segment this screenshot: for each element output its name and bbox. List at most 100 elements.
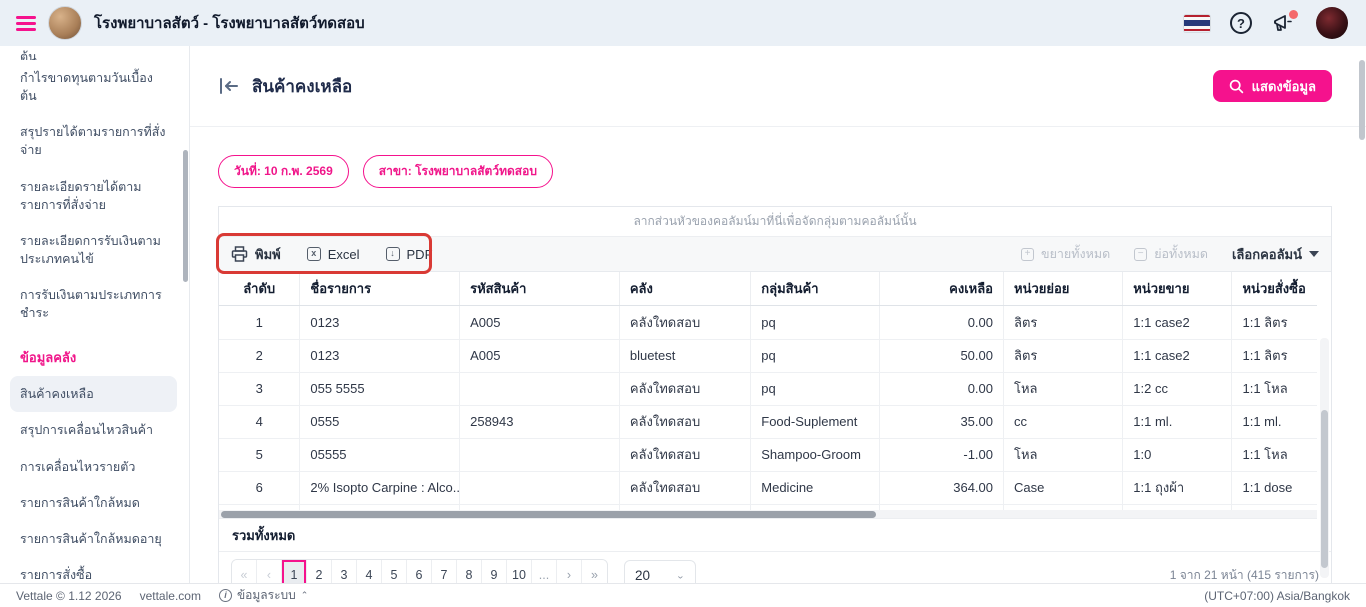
table-row[interactable]: 20123A005bluetestpq50.00ลิตร1:1 case21:1…	[219, 339, 1317, 372]
table-cell: 35.00	[879, 405, 1003, 438]
pager-page[interactable]: 3	[332, 560, 357, 583]
window-scrollbar[interactable]	[1358, 46, 1366, 583]
hamburger-menu-icon[interactable]	[16, 16, 36, 31]
table-cell: 1:1 ml.	[1232, 405, 1317, 438]
table-cell: 5	[219, 438, 300, 471]
table-cell: ลิตร	[1004, 306, 1123, 339]
column-header[interactable]: ลำดับ	[219, 272, 300, 306]
column-header[interactable]: กลุ่มสินค้า	[751, 272, 879, 306]
timezone-text: (UTC+07:00) Asia/Bangkok	[1204, 589, 1350, 603]
divider	[190, 126, 1366, 127]
grid-toolbar: พิมพ์ x Excel ↓ PDF + ขยายทั้งหมด	[219, 237, 1331, 272]
table-cell: โหล	[1004, 438, 1123, 471]
announcements-icon[interactable]	[1272, 12, 1296, 34]
collapse-all-button[interactable]: − ย่อทั้งหมด	[1134, 244, 1208, 264]
expand-all-button[interactable]: + ขยายทั้งหมด	[1021, 244, 1110, 264]
table-cell: 05555	[300, 438, 460, 471]
sidebar-item[interactable]: การเคลื่อนไหวรายตัว	[0, 449, 189, 485]
sidebar: ต้นกำไรขาดทุนตามวันเบื้องต้นสรุปรายได้ตา…	[0, 46, 190, 583]
sidebar-item[interactable]: รายการสั่งซื้อ	[0, 557, 189, 583]
notification-dot	[1289, 10, 1298, 19]
group-by-hint: ลากส่วนหัวของคอลัมน์มาที่นี่เพื่อจัดกลุ่…	[219, 207, 1331, 237]
app-window: โรงพยาบาลสัตว์ - โรงพยาบาลสัตว์ทดสอบ ? ต…	[0, 0, 1366, 607]
table-cell: pq	[751, 339, 879, 372]
table-cell: 055 5555	[300, 372, 460, 405]
table-cell: pq	[751, 306, 879, 339]
sidebar-item[interactable]: สรุปการเคลื่อนไหวสินค้า	[0, 412, 189, 448]
column-header[interactable]: หน่วยสั่งซื้อ	[1232, 272, 1317, 306]
help-icon[interactable]: ?	[1230, 12, 1252, 34]
column-header[interactable]: คงเหลือ	[879, 272, 1003, 306]
column-header[interactable]: หน่วยย่อย	[1004, 272, 1123, 306]
collapse-sidebar-icon[interactable]	[218, 77, 240, 95]
column-header[interactable]: รหัสสินค้า	[460, 272, 620, 306]
export-pdf-button[interactable]: ↓ PDF	[386, 247, 433, 262]
pager-prev[interactable]: ‹	[257, 560, 282, 583]
filter-chip[interactable]: วันที่: 10 ก.พ. 2569	[218, 155, 349, 188]
column-header[interactable]: คลัง	[619, 272, 750, 306]
table-row[interactable]: 505555คลังใทดสอบShampoo-Groom-1.00โหล1:0…	[219, 438, 1317, 471]
table-cell: 1:1 dose	[1232, 471, 1317, 504]
table-row[interactable]: 3055 5555คลังใทดสอบpq0.00โหล1:2 cc1:1 โห…	[219, 372, 1317, 405]
sidebar-item[interactable]: สรุปรายได้ตามรายการที่สั่งจ่าย	[0, 114, 189, 168]
pager-page[interactable]: 8	[457, 560, 482, 583]
page-size-select[interactable]: 20 ⌄	[624, 560, 696, 584]
pager-page[interactable]: 1	[282, 560, 307, 583]
table-cell: 2% Isopto Carpine : Alco...	[300, 471, 460, 504]
sidebar-item[interactable]: รายละเอียดรายได้ตามรายการที่สั่งจ่าย	[0, 169, 189, 223]
sidebar-item[interactable]: รายการสินค้าใกล้หมด	[0, 485, 189, 521]
table-row[interactable]: 10123A005คลังใทดสอบpq0.00ลิตร1:1 case21:…	[219, 306, 1317, 339]
table-cell: โหล	[1004, 372, 1123, 405]
pager-page[interactable]: 7	[432, 560, 457, 583]
table-horizontal-scrollbar[interactable]	[219, 510, 1317, 519]
filter-chips: วันที่: 10 ก.พ. 2569 สาขา: โรงพยาบาลสัตว์…	[218, 155, 1332, 188]
main-content: สินค้าคงเหลือ แสดงข้อมูล วันที่: 10 ก.พ.…	[190, 46, 1366, 583]
table-cell: 0123	[300, 339, 460, 372]
info-icon: i	[219, 589, 232, 602]
show-data-button[interactable]: แสดงข้อมูล	[1213, 70, 1332, 102]
pager-page[interactable]: 5	[382, 560, 407, 583]
table-cell	[460, 438, 620, 471]
sidebar-item[interactable]: สินค้าคงเหลือ	[10, 376, 177, 412]
table-row[interactable]: 62% Isopto Carpine : Alco...คลังใทดสอบMe…	[219, 471, 1317, 504]
table-cell: Shampoo-Groom	[751, 438, 879, 471]
table-row[interactable]: 40555258943คลังใทดสอบFood-Suplement35.00…	[219, 405, 1317, 438]
table-cell: bluetest	[619, 339, 750, 372]
system-info-button[interactable]: i ข้อมูลระบบ ⌃	[219, 586, 308, 605]
clinic-avatar[interactable]	[48, 6, 82, 40]
sidebar-item[interactable]: ต้น	[0, 48, 189, 60]
table-cell: 1:1 โหล	[1232, 372, 1317, 405]
table-cell: คลังใทดสอบ	[619, 405, 750, 438]
user-avatar[interactable]	[1316, 7, 1348, 39]
filter-chip[interactable]: สาขา: โรงพยาบาลสัตว์ทดสอบ	[363, 155, 553, 188]
print-button[interactable]: พิมพ์	[231, 244, 281, 265]
pager: «‹12345678910...›»	[231, 559, 608, 583]
pager-page[interactable]: 2	[307, 560, 332, 583]
column-header[interactable]: ชื่อรายการ	[300, 272, 460, 306]
table-cell	[460, 471, 620, 504]
pager-last[interactable]: »	[582, 560, 607, 583]
table-cell: 1:1 ลิตร	[1232, 339, 1317, 372]
table-cell: 258943	[460, 405, 620, 438]
choose-columns-button[interactable]: เลือกคอลัมน์	[1232, 244, 1319, 265]
table-vertical-scrollbar[interactable]	[1320, 338, 1329, 578]
printer-icon	[231, 246, 248, 262]
pager-next[interactable]: ›	[557, 560, 582, 583]
sidebar-item[interactable]: การรับเงินตามประเภทการชำระ	[0, 277, 189, 331]
site-link[interactable]: vettale.com	[140, 589, 201, 603]
pager-page[interactable]: 9	[482, 560, 507, 583]
sidebar-scrollbar[interactable]	[183, 150, 188, 282]
pager-page[interactable]: 6	[407, 560, 432, 583]
export-excel-button[interactable]: x Excel	[307, 247, 360, 262]
pager-first[interactable]: «	[232, 560, 257, 583]
pager-page[interactable]: 10	[507, 560, 532, 583]
sidebar-item[interactable]: รายการสินค้าใกล้หมดอายุ	[0, 521, 189, 557]
sidebar-item[interactable]: รายละเอียดการรับเงินตามประเภทคนไข้	[0, 223, 189, 277]
table-cell: 4	[219, 405, 300, 438]
thai-flag-language-icon[interactable]	[1184, 15, 1210, 32]
sidebar-item[interactable]: กำไรขาดทุนตามวันเบื้องต้น	[0, 60, 189, 114]
pager-page[interactable]: 4	[357, 560, 382, 583]
column-header[interactable]: หน่วยขาย	[1123, 272, 1232, 306]
statusbar: Vettale © 1.12 2026 vettale.com i ข้อมูล…	[0, 583, 1366, 607]
pager-ellipsis[interactable]: ...	[532, 560, 557, 583]
